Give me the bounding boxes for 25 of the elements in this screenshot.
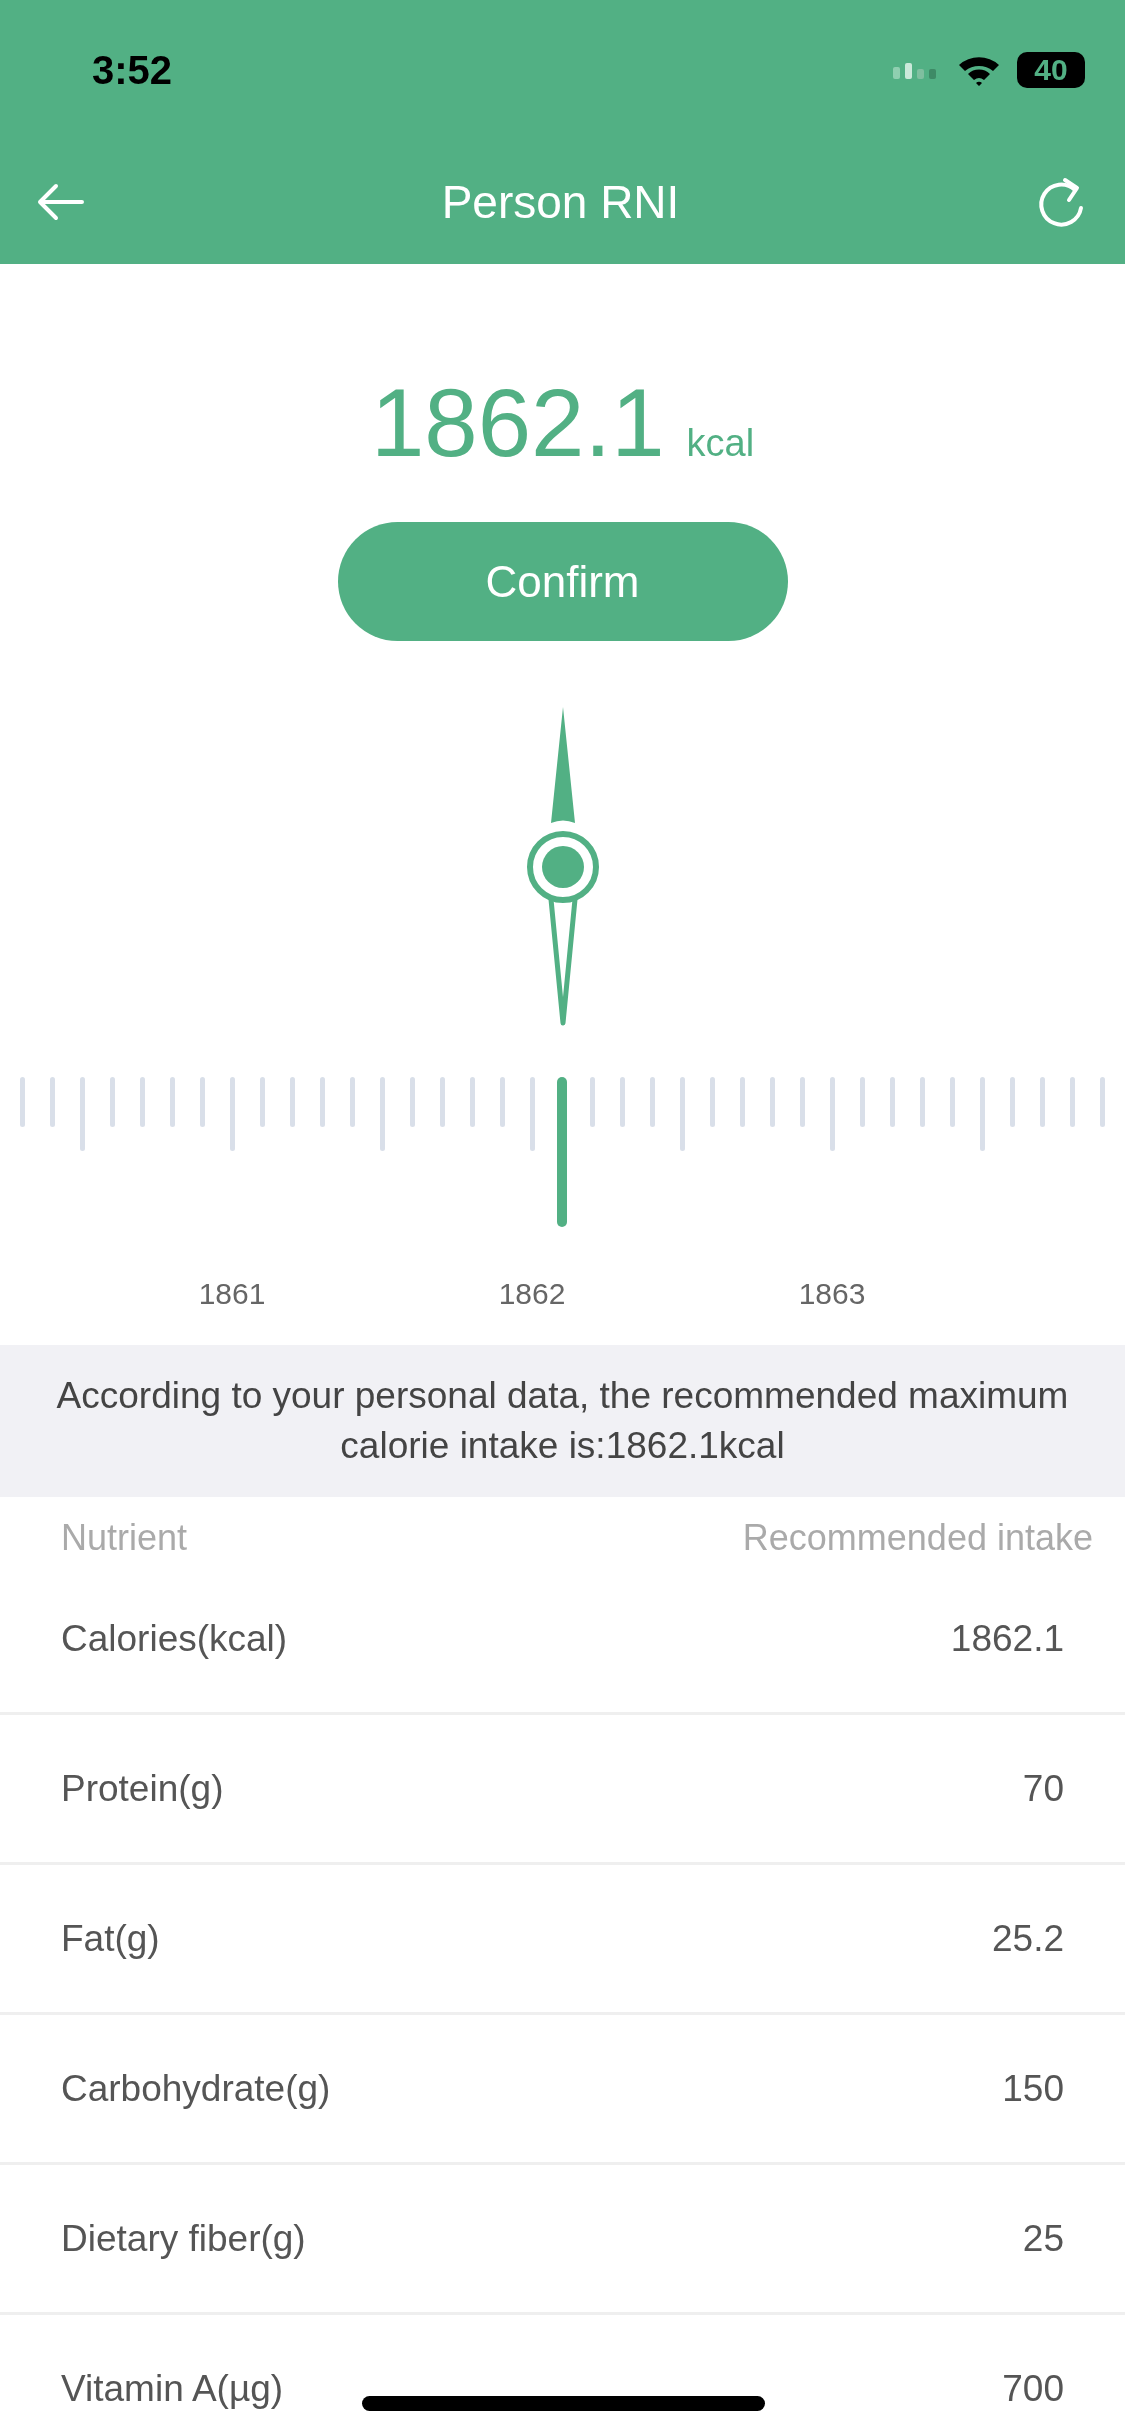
intake-value: 700 <box>1002 2367 1064 2410</box>
intake-value: 25 <box>1022 2217 1064 2260</box>
intake-value: 150 <box>1002 2067 1064 2110</box>
recommendation-text: According to your personal data, the recommended maximum calorie intake is:1862.1kcal <box>0 1345 1125 1497</box>
confirm-button[interactable]: Confirm <box>337 522 788 641</box>
status-time: 3:52 <box>92 47 173 93</box>
ruler-label: 1862 <box>498 1277 566 1311</box>
calorie-unit: kcal <box>686 422 755 465</box>
ruler-label: 1861 <box>198 1277 266 1311</box>
nutrient-name: Fat(g) <box>61 1917 160 1960</box>
back-arrow-icon[interactable] <box>36 182 86 222</box>
nutrient-name: Protein(g) <box>61 1767 224 1810</box>
nutrient-name: Vitamin A(µg) <box>61 2367 284 2410</box>
intake-value: 25.2 <box>992 1917 1064 1960</box>
column-header: Recommended intake <box>742 1517 1093 1560</box>
nutrient-name: Carbohydrate(g) <box>61 2067 331 2110</box>
page-title: Person RNI <box>441 175 680 229</box>
battery-level: 40 <box>1017 52 1085 88</box>
nutrient-name: Calories(kcal) <box>61 1617 288 1660</box>
intake-value: 70 <box>1022 1767 1064 1810</box>
nutrient-name: Dietary fiber(g) <box>61 2217 306 2260</box>
calorie-value: 1862.1 <box>370 368 665 478</box>
intake-value: 1862.1 <box>950 1617 1064 1660</box>
ruler-label: 1863 <box>798 1277 866 1311</box>
column-header: Nutrient <box>61 1517 188 1560</box>
